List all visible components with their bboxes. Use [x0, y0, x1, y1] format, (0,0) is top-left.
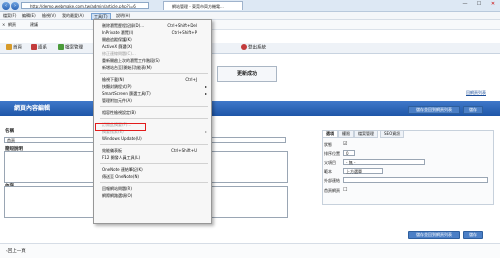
parent-label: 父項目 [324, 160, 336, 165]
homepage-label: 首頁網頁 [324, 188, 340, 193]
menu-item-report-problem[interactable]: 回報網站問題(R) [94, 185, 211, 192]
language-button[interactable]: 語系 [31, 44, 47, 52]
menu-view[interactable]: 檢視(V) [40, 12, 58, 19]
menu-item-windows-update[interactable]: Windows Update(U) [94, 135, 211, 142]
home-icon [6, 44, 12, 50]
tab-options[interactable]: 選項 [322, 130, 338, 138]
menu-item-fix-connection: 修正連線問題(C)... [102, 51, 136, 56]
menu-item-compatibility-view[interactable]: 相容性檢視設定(B) [94, 109, 211, 116]
menu-item-add-to-start[interactable]: 新增站台至[開始]功能表(M) [94, 64, 211, 71]
address-bar[interactable]: http://demo.webmake.com.tw/admin/article… [21, 2, 149, 9]
favorites-bar [0, 20, 500, 30]
forward-icon[interactable]: › [11, 1, 19, 10]
maximize-icon[interactable]: ☐ [472, 0, 486, 8]
return-list-link[interactable]: 回網頁列表 [466, 90, 486, 96]
menu-help[interactable]: 說明(H) [114, 12, 132, 19]
menu-item-f12-tools[interactable]: F12 開發人員工具(L) [94, 154, 211, 161]
save-and-list-button[interactable]: 儲存並回到網頁列表 [408, 106, 460, 114]
homepage-checkbox[interactable]: ☐ [343, 187, 347, 193]
menu-file[interactable]: 檔案(F) [1, 12, 18, 19]
menu-item-internet-options[interactable]: 網際網路選項(O) [94, 192, 211, 199]
browser-tab[interactable]: 網站管理 - 東莞市齊方機電... [163, 1, 243, 10]
save-button[interactable]: 儲存 [463, 106, 483, 114]
logout-button[interactable]: 登出系統 [241, 44, 266, 52]
folder-icon [58, 44, 64, 50]
menu-item-inprivate[interactable]: InPrivate 瀏覽(I) Ctrl+Shift+P [94, 29, 211, 36]
menu-item-smartscreen[interactable]: SmartScreen 篩選工具(T) ▸ [94, 90, 211, 97]
favorites-web-item[interactable]: 網頁 [8, 21, 16, 28]
menu-edit[interactable]: 編輯(E) [20, 12, 38, 19]
bottom-save-button[interactable]: 儲存 [463, 231, 483, 239]
external-link-label: 外部連結 [324, 178, 340, 183]
menu-item-view-downloads[interactable]: 檢視下載(N) Ctrl+J [94, 76, 211, 83]
success-message: 更新成功 [217, 66, 277, 82]
menu-separator [100, 106, 208, 107]
minimize-icon[interactable]: — [458, 0, 472, 8]
order-label: 排序位置 [324, 151, 340, 156]
parent-select[interactable]: - 無 - [343, 159, 425, 165]
favorites-suggest-item[interactable]: 建議 [30, 21, 38, 28]
menu-item-onenote-linked[interactable]: OneNote 連結筆記(K) [94, 166, 211, 173]
menu-item-activex-filter[interactable]: ActiveX 篩選(X) [94, 43, 211, 50]
menu-item-reopen-session[interactable]: 重新開啟上次的瀏覽工作階段(S) [94, 57, 211, 64]
menu-separator [100, 182, 208, 183]
menu-separator [100, 163, 208, 164]
close-tab-icon[interactable]: × [2, 21, 5, 28]
menu-separator [100, 118, 208, 119]
back-icon[interactable]: ‹ [2, 1, 10, 10]
menu-favorites[interactable]: 我的最愛(A) [60, 12, 86, 19]
bottom-save-and-list-button[interactable]: 儲存並回到網頁列表 [408, 231, 460, 239]
submenu-arrow-icon: ▸ [204, 129, 207, 134]
power-icon [241, 44, 247, 50]
menu-item-performance-dashboard[interactable]: 效能儀表板 Ctrl+Shift+U [94, 147, 211, 154]
file-manager-button[interactable]: 檔案管理 [58, 44, 83, 52]
tab-seo[interactable]: SEO資訊 [380, 130, 405, 138]
language-icon [31, 44, 37, 50]
menu-item-manage-addons[interactable]: 管理附加元件(A) [94, 97, 211, 104]
menu-item-delete-history[interactable]: 刪除瀏覽歷程記錄(D)... Ctrl+Shift+Del [94, 22, 211, 29]
template-label: 範本 [324, 169, 332, 174]
status-bar [0, 243, 500, 258]
back-link[interactable]: ‹回上一頁 [6, 248, 26, 254]
menu-item-tracking-protection[interactable]: 開啟追蹤保護(K) [94, 36, 211, 43]
home-button[interactable]: 首頁 [6, 44, 22, 52]
status-checkbox[interactable]: ☑ [343, 141, 347, 147]
page-title: 網頁內容編輯 [14, 105, 51, 112]
name-label: 名稱 [5, 129, 14, 134]
menu-item-send-to-onenote[interactable]: 傳送至 OneNote(N) [94, 173, 211, 180]
tools-dropdown-menu: 刪除瀏覽歷程記錄(D)... Ctrl+Shift+Del InPrivate 瀏… [93, 19, 212, 224]
tab-file-manager[interactable]: 檔案管理 [354, 130, 378, 138]
menu-item-popup-blocker[interactable]: 快顯封鎖程式(P) ▸ [94, 83, 211, 90]
menu-separator [100, 73, 208, 74]
tab-permissions[interactable]: 權限 [338, 130, 354, 138]
template-select[interactable]: 上方選單 [343, 168, 383, 174]
order-input[interactable]: 0 [343, 150, 355, 156]
submenu-arrow-icon: ▸ [204, 84, 207, 89]
close-window-icon[interactable]: ✕ [486, 0, 500, 8]
menu-separator [100, 144, 208, 145]
status-label: 狀態 [324, 142, 332, 147]
highlight-box [95, 123, 146, 131]
submenu-arrow-icon: ▸ [204, 91, 207, 96]
external-link-input[interactable] [343, 177, 488, 183]
